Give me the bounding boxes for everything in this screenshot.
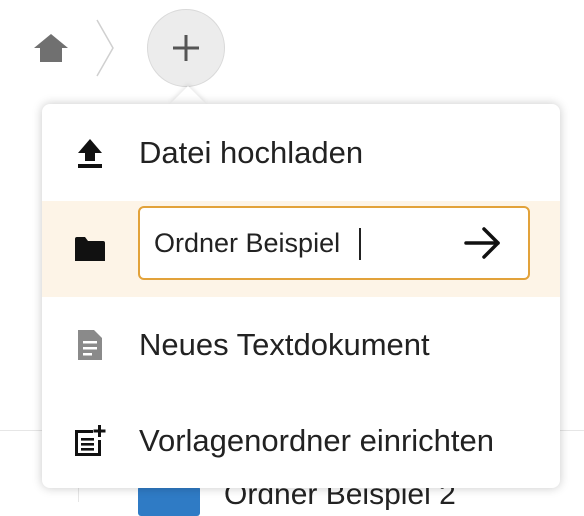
menu-item-new-folder[interactable] <box>42 201 560 297</box>
text-caret <box>359 228 361 260</box>
folder-thumbnail <box>138 486 200 516</box>
home-icon[interactable] <box>32 32 70 64</box>
add-new-button[interactable] <box>147 9 225 87</box>
menu-item-upload[interactable]: Datei hochladen <box>42 104 560 201</box>
menu-item-new-text-document[interactable]: Neues Textdokument <box>42 297 560 393</box>
menu-item-label: Vorlagenordner einrichten <box>139 422 495 458</box>
new-menu-popup: Datei hochladen Ordner Beispiel Neues Te… <box>42 104 560 488</box>
template-add-icon <box>72 423 108 459</box>
folder-icon <box>72 231 108 267</box>
plus-icon <box>173 35 199 61</box>
arrow-right-icon[interactable] <box>456 218 510 268</box>
new-folder-name-input[interactable] <box>154 208 454 278</box>
menu-item-setup-templates[interactable]: Vorlagenordner einrichten <box>42 393 560 488</box>
text-document-icon <box>72 327 108 363</box>
menu-item-label: Neues Textdokument <box>139 327 430 362</box>
new-folder-field[interactable] <box>138 206 530 280</box>
chevron-right-icon <box>94 18 116 78</box>
menu-item-label: Datei hochladen <box>139 134 364 170</box>
upload-icon <box>72 135 108 171</box>
popup-arrow <box>170 86 206 104</box>
